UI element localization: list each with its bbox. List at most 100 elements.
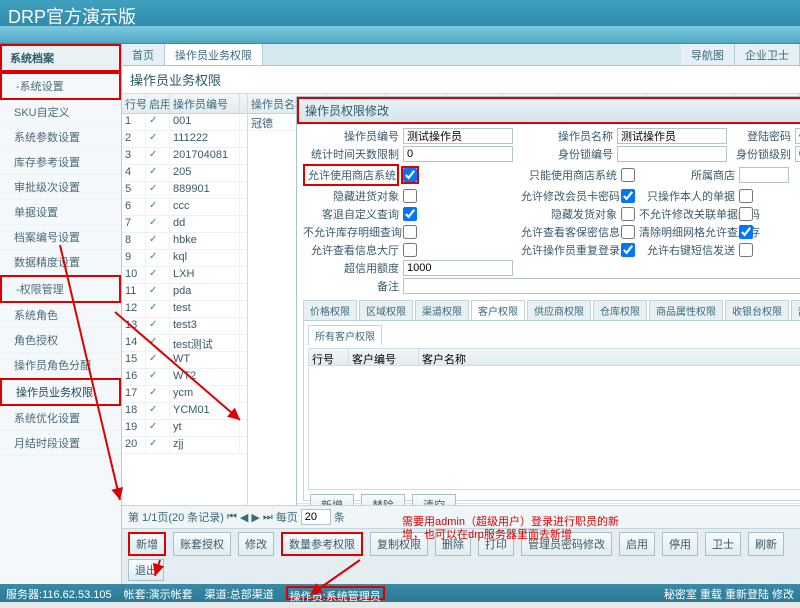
sidebar-item[interactable]: SKU自定义 xyxy=(0,100,121,125)
table-row[interactable]: 5✓889901 xyxy=(122,182,247,199)
table-row[interactable]: 4✓205 xyxy=(122,165,247,182)
pager-next-icon[interactable]: ▶ xyxy=(251,511,259,524)
table-row[interactable]: 20✓zjj xyxy=(122,437,247,454)
tab-operator-perm[interactable]: 操作员业务权限 xyxy=(165,44,263,65)
guard-button[interactable]: 卫士 xyxy=(705,532,741,556)
input-locklevel[interactable] xyxy=(795,146,800,162)
table-row[interactable]: 15✓WT xyxy=(122,352,247,369)
table-row[interactable]: 8✓hbke xyxy=(122,233,247,250)
sidebar-item[interactable]: 审批级次设置 xyxy=(0,175,121,200)
sub-replace-button[interactable]: 替除 xyxy=(361,494,405,505)
lbl-stat: 统计时间天数限制 xyxy=(303,146,399,162)
col-rownum[interactable]: 行号 xyxy=(122,94,146,113)
table-row[interactable]: 12✓test xyxy=(122,301,247,318)
inner-tab[interactable]: 价格权限 xyxy=(303,300,357,320)
sidebar-item[interactable]: -系统设置 xyxy=(0,72,121,100)
auth-button[interactable]: 账套授权 xyxy=(173,532,231,556)
nav-enterprise[interactable]: 企业卫士 xyxy=(735,44,800,65)
sidebar-item[interactable]: 系统角色 xyxy=(0,303,121,328)
table-row[interactable]: 13✓test3 xyxy=(122,318,247,335)
table-row[interactable]: 19✓yt xyxy=(122,420,247,437)
add-button[interactable]: 新增 xyxy=(128,532,166,556)
refresh-button[interactable]: 刷新 xyxy=(748,532,784,556)
subcol-custname[interactable]: 客户名称 xyxy=(419,349,800,365)
input-credit[interactable] xyxy=(403,260,513,276)
subcol-custid[interactable]: 客户编号 xyxy=(349,349,419,365)
sub-clear-button[interactable]: 清空 xyxy=(412,494,456,505)
status-operator: 操作员:系统管理员 xyxy=(286,586,385,600)
sidebar-item[interactable]: -权限管理 xyxy=(0,275,121,303)
table-row[interactable]: 17✓ycm xyxy=(122,386,247,403)
chk-hideship[interactable] xyxy=(621,207,635,221)
pager-last-icon[interactable]: ⏭ xyxy=(263,511,273,524)
chk-noorder[interactable] xyxy=(403,225,417,239)
chk-hall[interactable] xyxy=(403,243,417,257)
table-row[interactable]: 11✓pda xyxy=(122,284,247,301)
sidebar-item[interactable]: 系统参数设置 xyxy=(0,125,121,150)
sidebar-item[interactable]: 单据设置 xyxy=(0,200,121,225)
lbl-remark: 备注 xyxy=(303,278,399,294)
inner-tab[interactable]: 区域权限 xyxy=(359,300,413,320)
chk-clear[interactable] xyxy=(739,225,753,239)
inner-tab[interactable]: 部门权限 xyxy=(791,300,800,320)
pager-first-icon[interactable]: ⏮ xyxy=(227,511,237,524)
exit-button[interactable]: 退出 xyxy=(128,559,164,581)
sidebar-item[interactable]: 档案编号设置 xyxy=(0,225,121,250)
col-operator-id[interactable]: 操作员编号 xyxy=(170,94,240,113)
sidebar-item[interactable]: 月结时段设置 xyxy=(0,431,121,456)
tab-home[interactable]: 首页 xyxy=(122,44,165,65)
table-row[interactable]: 1✓001 xyxy=(122,114,247,131)
inner-tab[interactable]: 客户权限 xyxy=(471,300,525,320)
inner-tab[interactable]: 商品属性权限 xyxy=(649,300,723,320)
chk-nolink[interactable] xyxy=(739,207,753,221)
input-op-name[interactable] xyxy=(617,128,727,144)
inner-tab[interactable]: 渠道权限 xyxy=(415,300,469,320)
edit-button[interactable]: 修改 xyxy=(238,532,274,556)
sidebar-item[interactable]: 数据精度设置 xyxy=(0,250,121,275)
chk-custq[interactable] xyxy=(403,207,417,221)
param-button[interactable]: 数量参考权限 xyxy=(281,532,363,556)
table-row[interactable]: 18✓YCM01 xyxy=(122,403,247,420)
pager-prev-icon[interactable]: ◀ xyxy=(240,511,248,524)
inner-tab[interactable]: 收银台权限 xyxy=(725,300,789,320)
lbl-allowshop: 允许使用商店系统 xyxy=(303,164,399,186)
subtab-all-cust[interactable]: 所有客户权限 xyxy=(308,325,382,345)
chk-hidecost[interactable] xyxy=(403,189,417,203)
sub-add-button[interactable]: 新增 xyxy=(310,494,354,505)
sidebar-item[interactable]: 库存参考设置 xyxy=(0,150,121,175)
chk-member[interactable] xyxy=(621,189,635,203)
table-row[interactable]: 10✓LXH xyxy=(122,267,247,284)
table-row[interactable]: 16✓WT2 xyxy=(122,369,247,386)
disable-button[interactable]: 停用 xyxy=(662,532,698,556)
input-remark[interactable] xyxy=(403,278,800,294)
chk-secret[interactable] xyxy=(621,225,635,239)
sidebar-item[interactable]: 角色授权 xyxy=(0,328,121,353)
input-pwd[interactable] xyxy=(795,128,800,144)
pager-perpage-input[interactable] xyxy=(301,509,331,525)
input-stat[interactable] xyxy=(403,146,513,162)
nav-guide[interactable]: 导航图 xyxy=(681,44,735,65)
chk-allowshop[interactable] xyxy=(403,168,417,182)
input-lockid[interactable] xyxy=(617,146,727,162)
table-row[interactable]: 9✓kql xyxy=(122,250,247,267)
sidebar-item[interactable]: 操作员角色分配 xyxy=(0,353,121,378)
sidebar-item[interactable]: 系统优化设置 xyxy=(0,406,121,431)
table-row[interactable]: 2✓111222 xyxy=(122,131,247,148)
table-row[interactable]: 6✓ccc xyxy=(122,199,247,216)
input-op-id[interactable] xyxy=(403,128,513,144)
chk-shortkey[interactable] xyxy=(739,243,753,257)
sidebar-item[interactable]: 系统档案 xyxy=(0,44,121,72)
table-row[interactable]: 14✓test测试 xyxy=(122,335,247,352)
lbl-hall: 允许查看信息大厅 xyxy=(303,242,399,258)
col-enabled[interactable]: 启用 xyxy=(146,94,170,113)
subcol-row[interactable]: 行号 xyxy=(309,349,349,365)
inner-tab[interactable]: 供应商权限 xyxy=(527,300,591,320)
chk-relogin[interactable] xyxy=(621,243,635,257)
table-row[interactable]: 3✓201704081 xyxy=(122,148,247,165)
inner-tab[interactable]: 仓库权限 xyxy=(593,300,647,320)
table-row[interactable]: 7✓dd xyxy=(122,216,247,233)
chk-selfgoods[interactable] xyxy=(739,189,753,203)
chk-onlyshop[interactable] xyxy=(621,168,635,182)
sidebar-item[interactable]: 操作员业务权限 xyxy=(0,378,121,406)
input-belong[interactable] xyxy=(739,167,789,183)
